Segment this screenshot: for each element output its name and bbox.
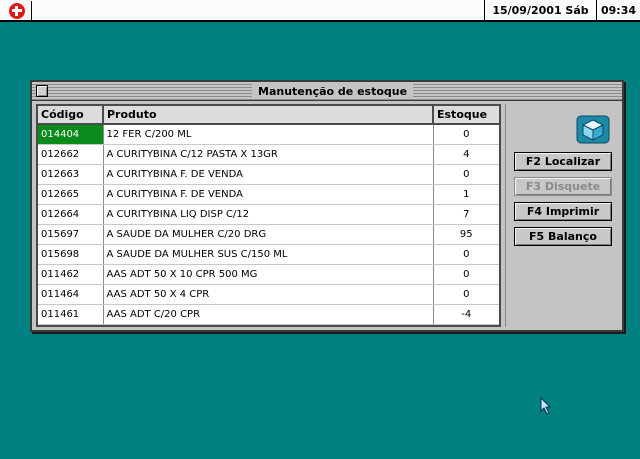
cell-estoque[interactable]: 0 [433, 284, 499, 305]
cell-codigo[interactable]: 011462 [38, 264, 104, 285]
cell-estoque[interactable]: -4 [433, 304, 499, 325]
table-row[interactable]: 015697 A SAUDE DA MULHER C/20 DRG 95 [38, 224, 499, 245]
table-row[interactable]: 011462 AAS ADT 50 X 10 CPR 500 MG 0 [38, 264, 499, 285]
table-row[interactable]: 012665 A CURITYBINA F. DE VENDA 1 [38, 184, 499, 205]
stock-table: Código Produto Estoque 014404 12 FER C/20… [36, 104, 501, 327]
top-status-bar: 15/09/2001 Sáb 09:34 [0, 0, 640, 22]
cell-produto[interactable]: A SAUDE DA MULHER C/20 DRG [103, 224, 434, 245]
cell-estoque[interactable]: 4 [433, 144, 499, 165]
cell-produto[interactable]: A CURITYBINA F. DE VENDA [103, 164, 434, 185]
table-row[interactable]: 014404 12 FER C/200 ML 0 [38, 124, 499, 145]
table-header-row: Código Produto Estoque [38, 106, 499, 125]
close-box-button[interactable] [36, 85, 48, 97]
cell-produto[interactable]: AAS ADT C/20 CPR [103, 304, 434, 325]
cell-codigo[interactable]: 015698 [38, 244, 104, 265]
system-menu-icon [8, 2, 25, 19]
time-display: 09:34 [596, 0, 640, 20]
cell-estoque[interactable]: 0 [433, 244, 499, 265]
cell-codigo[interactable]: 015697 [38, 224, 104, 245]
table-row[interactable]: 012662 A CURITYBINA C/12 PASTA X 13GR 4 [38, 144, 499, 165]
cell-codigo[interactable]: 012662 [38, 144, 104, 165]
stock-maintenance-window: Manutenção de estoque Código Produto Est… [30, 80, 624, 332]
window-titlebar[interactable]: Manutenção de estoque [32, 82, 622, 101]
column-header-produto[interactable]: Produto [103, 106, 434, 125]
cell-estoque[interactable]: 95 [433, 224, 499, 245]
cell-estoque[interactable]: 0 [433, 124, 499, 145]
cell-codigo[interactable]: 012664 [38, 204, 104, 225]
localizar-button[interactable]: F2 Localizar [514, 152, 612, 171]
table-row[interactable]: 012663 A CURITYBINA F. DE VENDA 0 [38, 164, 499, 185]
imprimir-button[interactable]: F4 Imprimir [514, 202, 612, 221]
cell-produto[interactable]: A CURITYBINA LIQ DISP C/12 [103, 204, 434, 225]
balanco-button[interactable]: F5 Balanço [514, 227, 612, 246]
cell-produto[interactable]: AAS ADT 50 X 4 CPR [103, 284, 434, 305]
cell-produto[interactable]: A CURITYBINA F. DE VENDA [103, 184, 434, 205]
cell-estoque[interactable]: 7 [433, 204, 499, 225]
date-display: 15/09/2001 Sáb [484, 0, 596, 20]
cell-estoque[interactable]: 0 [433, 164, 499, 185]
column-header-codigo[interactable]: Código [38, 106, 104, 125]
cube-icon [576, 115, 610, 144]
table-row[interactable]: 011461 AAS ADT C/20 CPR -4 [38, 304, 499, 325]
cell-codigo[interactable]: 014404 [38, 124, 104, 145]
column-header-estoque[interactable]: Estoque [433, 106, 499, 125]
cell-codigo[interactable]: 011461 [38, 304, 104, 325]
action-panel: F2 Localizar F3 Disquete F4 Imprimir F5 … [505, 104, 618, 327]
window-title: Manutenção de estoque [252, 84, 414, 99]
table-row[interactable]: 012664 A CURITYBINA LIQ DISP C/12 7 [38, 204, 499, 225]
cell-estoque[interactable]: 0 [433, 264, 499, 285]
cell-produto[interactable]: 12 FER C/200 ML [103, 124, 434, 145]
cell-estoque[interactable]: 1 [433, 184, 499, 205]
table-body: 014404 12 FER C/200 ML 0 012662 A CURITYBINA… [38, 124, 499, 325]
table-row[interactable]: 011464 AAS ADT 50 X 4 CPR 0 [38, 284, 499, 305]
disquete-button[interactable]: F3 Disquete [514, 177, 612, 196]
system-menu-button[interactable] [2, 1, 32, 20]
cell-produto[interactable]: AAS ADT 50 X 10 CPR 500 MG [103, 264, 434, 285]
cell-codigo[interactable]: 012665 [38, 184, 104, 205]
mouse-pointer-icon [540, 397, 552, 415]
table-row[interactable]: 015698 A SAUDE DA MULHER SUS C/150 ML 0 [38, 244, 499, 265]
cell-produto[interactable]: A CURITYBINA C/12 PASTA X 13GR [103, 144, 434, 165]
cell-codigo[interactable]: 011464 [38, 284, 104, 305]
cell-produto[interactable]: A SAUDE DA MULHER SUS C/150 ML [103, 244, 434, 265]
cell-codigo[interactable]: 012663 [38, 164, 104, 185]
